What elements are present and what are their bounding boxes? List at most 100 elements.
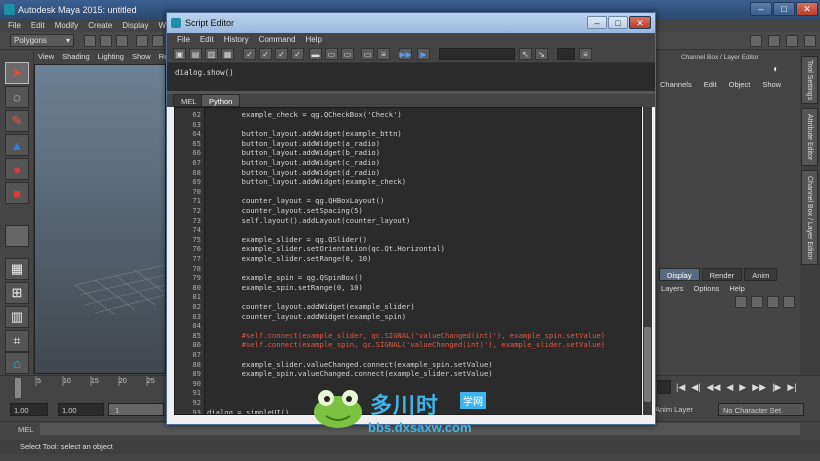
range-start-anim-field[interactable]: 1.00 — [58, 403, 104, 416]
close-icon[interactable]: ✕ — [629, 16, 651, 29]
menu-show[interactable]: Show — [762, 80, 781, 89]
redo-icon[interactable] — [152, 35, 164, 47]
play-backwards-icon[interactable]: ◀ — [726, 382, 733, 393]
goto-line-icon[interactable]: ≡ — [579, 48, 592, 60]
find-next-icon[interactable]: ↘ — [535, 48, 548, 60]
settings-icon[interactable] — [804, 35, 816, 47]
menu-options[interactable]: Options — [694, 284, 720, 293]
scale-tool-icon[interactable]: ■ — [5, 182, 29, 204]
menu-edit[interactable]: Edit — [31, 21, 45, 30]
step-back-key-icon[interactable]: ◀◀ — [707, 382, 721, 393]
new-layer-icon[interactable] — [735, 296, 747, 308]
character-set-dropdown[interactable]: No Character Set — [718, 403, 804, 416]
viewport-menu-view[interactable]: View — [38, 52, 54, 64]
python-code-editor[interactable]: 62 example_check = qg.QCheckBox('Check')… — [174, 107, 642, 415]
execute-icon[interactable]: ▶ — [417, 48, 430, 60]
outliner-icon[interactable] — [786, 35, 798, 47]
find-previous-icon[interactable]: ↖ — [519, 48, 532, 60]
lasso-tool-icon[interactable]: ◌ — [5, 86, 29, 108]
tab-anim[interactable]: Anim — [744, 268, 778, 281]
open-script-icon[interactable]: ▣ — [173, 48, 186, 60]
history-toggle-icon[interactable]: ≡ — [377, 48, 390, 60]
open-scene-icon[interactable] — [100, 35, 112, 47]
minimize-icon[interactable]: – — [750, 2, 772, 16]
new-layer-selected-icon[interactable] — [751, 296, 763, 308]
search-field[interactable] — [439, 48, 515, 60]
save-to-shelf-icon[interactable]: ▦ — [221, 48, 234, 60]
code-vertical-scrollbar[interactable] — [643, 107, 652, 415]
rotate-tool-icon[interactable]: ● — [5, 158, 29, 180]
go-to-start-icon[interactable]: |◀ — [676, 382, 685, 393]
clear-all-icon[interactable]: ▬ — [309, 48, 322, 60]
maximize-icon[interactable]: □ — [608, 16, 628, 29]
maximize-icon[interactable]: □ — [773, 2, 795, 16]
clear-input-icon[interactable]: ✓ — [291, 48, 304, 60]
viewport-menu-lighting[interactable]: Lighting — [98, 52, 124, 64]
tab-display[interactable]: Display — [659, 268, 700, 281]
show-input-icon[interactable]: ▭ — [341, 48, 354, 60]
range-start-field[interactable]: 1.00 — [10, 403, 48, 416]
se-menu-help[interactable]: Help — [305, 35, 321, 44]
echo-commands-icon[interactable]: ✓ — [243, 48, 256, 60]
save-scene-icon[interactable] — [116, 35, 128, 47]
goto-line-field[interactable] — [557, 48, 575, 60]
close-icon[interactable]: ✕ — [796, 2, 818, 16]
se-menu-file[interactable]: File — [177, 35, 190, 44]
tab-render[interactable]: Render — [701, 268, 743, 281]
four-view-icon[interactable]: ⊞ — [5, 282, 29, 304]
show-line-numbers-icon[interactable]: ✓ — [259, 48, 272, 60]
scrollbar-thumb[interactable] — [644, 327, 651, 402]
minimize-icon[interactable]: – — [587, 16, 607, 29]
menu-layers[interactable]: Layers — [661, 284, 684, 293]
undo-icon[interactable] — [136, 35, 148, 47]
execute-all-icon[interactable]: ▶▶ — [399, 48, 412, 60]
menu-object[interactable]: Object — [729, 80, 751, 89]
select-tool-icon[interactable]: ➤ — [5, 62, 29, 84]
menu-channels[interactable]: Channels — [660, 80, 692, 89]
se-menu-edit[interactable]: Edit — [200, 35, 214, 44]
move-tool-icon[interactable]: ▲ — [5, 134, 29, 156]
time-cursor[interactable] — [15, 378, 21, 398]
source-script-icon[interactable]: ▤ — [189, 48, 202, 60]
layer-star-icon[interactable] — [767, 296, 779, 308]
mode-dropdown[interactable]: Polygons ▾ — [10, 34, 74, 47]
se-menu-command[interactable]: Command — [259, 35, 296, 44]
camera-icon[interactable] — [750, 35, 762, 47]
menu-display[interactable]: Display — [122, 21, 148, 30]
show-history-icon[interactable]: ▭ — [325, 48, 338, 60]
graph-view-icon[interactable]: ⌗ — [5, 330, 29, 352]
last-tool-icon[interactable] — [5, 225, 29, 247]
viewport-menu-show[interactable]: Show — [132, 52, 151, 64]
save-script-icon[interactable]: ▥ — [205, 48, 218, 60]
menu-edit-channels[interactable]: Edit — [704, 80, 717, 89]
tab-attribute-editor[interactable]: Attribute Editor — [801, 108, 818, 166]
step-forward-icon[interactable]: |▶ — [772, 382, 781, 393]
tab-python[interactable]: Python — [201, 94, 241, 107]
panel-options-icon[interactable]: ◐ — [773, 64, 779, 75]
range-handle[interactable]: 1 — [108, 403, 164, 416]
new-scene-icon[interactable] — [84, 35, 96, 47]
single-view-icon[interactable]: ▦ — [5, 258, 29, 280]
maya-home-icon[interactable]: ⌂ — [5, 352, 29, 374]
play-forwards-icon[interactable]: ▶ — [739, 382, 746, 393]
menu-help[interactable]: Help — [729, 284, 744, 293]
menu-file[interactable]: File — [8, 21, 21, 30]
menu-modify[interactable]: Modify — [55, 21, 79, 30]
panel-layout-icon[interactable] — [768, 35, 780, 47]
show-both-icon[interactable]: ▭ — [361, 48, 374, 60]
mel-label[interactable]: MEL — [18, 425, 33, 434]
se-menu-history[interactable]: History — [224, 35, 249, 44]
current-frame-field[interactable] — [657, 380, 671, 394]
viewport[interactable] — [34, 64, 166, 374]
menu-create[interactable]: Create — [88, 21, 112, 30]
script-editor-history[interactable]: dialog.show() — [167, 63, 655, 91]
step-back-icon[interactable]: ◀| — [691, 382, 700, 393]
layer-delete-icon[interactable] — [783, 296, 795, 308]
side-by-side-icon[interactable]: ▥ — [5, 306, 29, 328]
viewport-menu-shading[interactable]: Shading — [62, 52, 90, 64]
go-to-end-icon[interactable]: ▶| — [787, 382, 796, 393]
clear-history-icon[interactable]: ✓ — [275, 48, 288, 60]
step-forward-key-icon[interactable]: ▶▶ — [752, 382, 766, 393]
tab-channel-box-layer-editor[interactable]: Channel Box / Layer Editor — [801, 170, 818, 265]
paint-select-icon[interactable]: ✎ — [5, 110, 29, 132]
